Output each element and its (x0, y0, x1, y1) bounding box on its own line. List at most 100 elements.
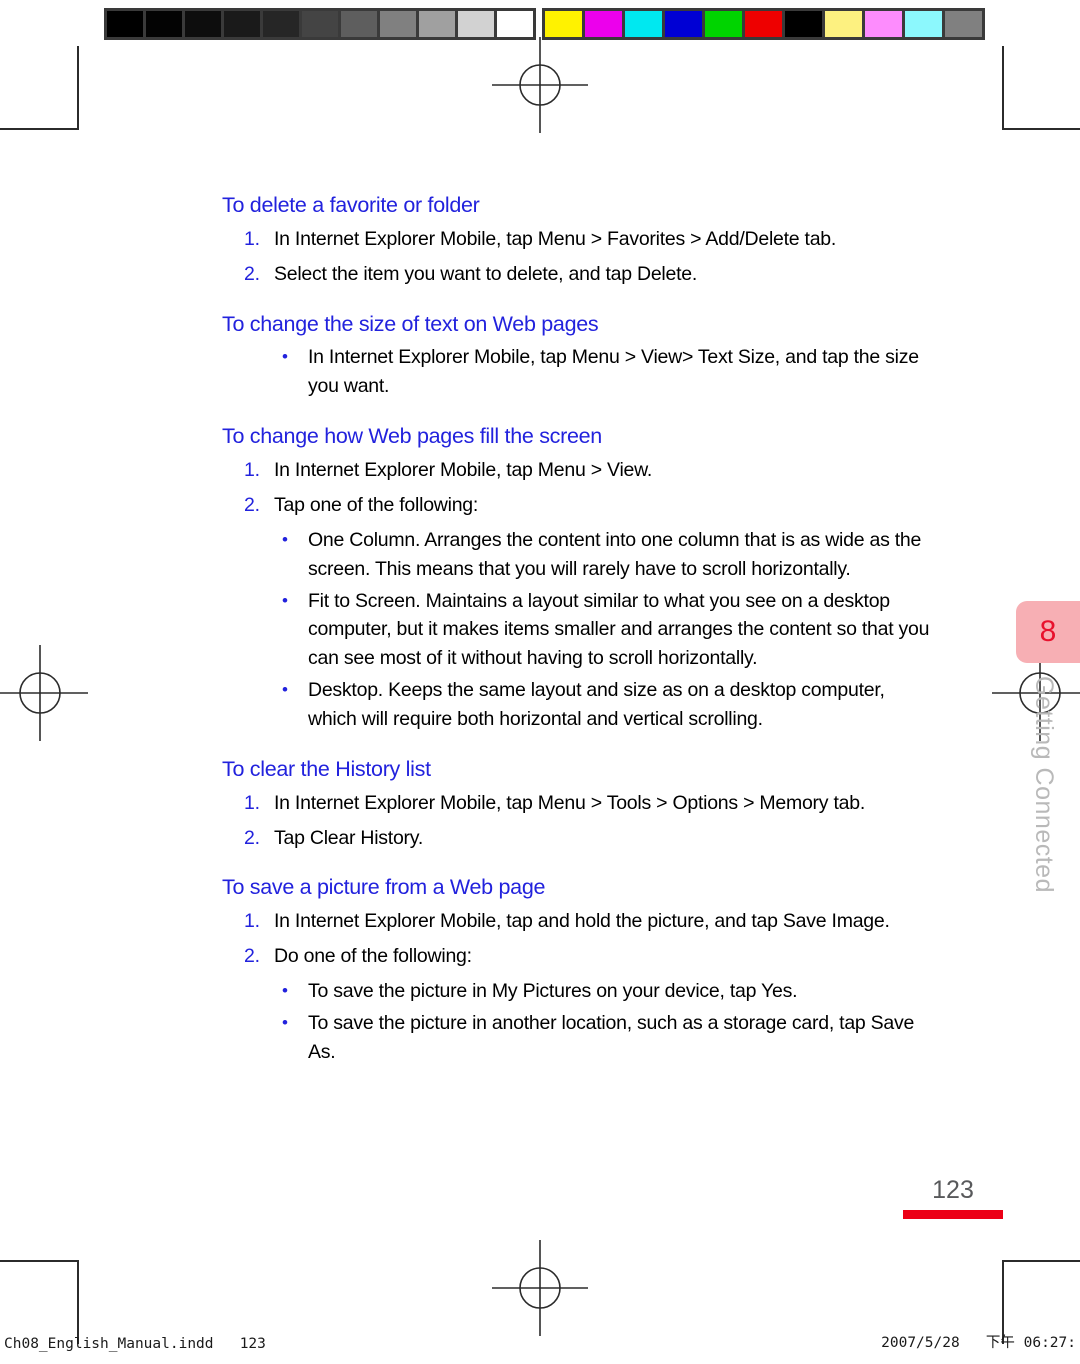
content-block: To clear the History list 1. In Internet E… (222, 756, 938, 853)
nested-bullet-list: • One Column. Arranges the content into o… (222, 526, 938, 734)
step-list: 1. In Internet Explorer Mobile, tap Menu … (222, 789, 938, 853)
bullet-marker: • (282, 347, 288, 367)
bullet-item: • One Column. Arranges the content into o… (222, 526, 938, 584)
chapter-number: 8 (1039, 615, 1057, 648)
crop-mark-bottom-left-horizontal (0, 1260, 79, 1262)
bullet-marker: • (282, 980, 288, 1000)
step-marker: 1. (244, 459, 260, 482)
bullet-item: • Fit to Screen. Maintains a layout simil… (222, 587, 938, 674)
crop-mark-top-left-horizontal (0, 128, 79, 130)
bullet-text: One Column. Arranges the content into on… (308, 528, 922, 580)
registration-mark-top (492, 37, 588, 133)
step-item: 2. Tap one of the following: (222, 491, 938, 520)
step-marker: 2. (244, 945, 260, 968)
page-number-block: 123 (903, 1178, 1003, 1219)
step-text: Select the item you want to delete, and … (274, 262, 698, 285)
print-calibration-bars (104, 8, 985, 40)
step-marker: 1. (244, 910, 260, 933)
step-text: Tap one of the following: (274, 493, 479, 516)
grayscale-swatch (419, 11, 455, 37)
color-swatch (705, 11, 742, 37)
footer-filename: Ch08_English_Manual.indd 123 (4, 1336, 266, 1352)
step-item: 1. In Internet Explorer Mobile, tap Menu … (222, 225, 938, 254)
chapter-title: Getting Connected (1030, 676, 1058, 893)
content-block: To save a picture from a Web page 1. In In… (222, 874, 938, 1066)
step-text: In Internet Explorer Mobile, tap and hol… (274, 910, 890, 933)
section-heading: To change the size of text on Web pages (222, 311, 599, 336)
color-swatch (945, 11, 982, 37)
bullet-item: • To save the picture in My Pictures on y… (222, 977, 938, 1006)
color-swatch-group (542, 8, 985, 40)
crop-mark-top-right-vertical (1002, 46, 1004, 130)
content-block: To change the size of text on Web pages •… (222, 311, 938, 402)
crop-mark-bottom-left-vertical (77, 1260, 79, 1344)
step-marker: 2. (244, 493, 260, 516)
registration-mark-left (0, 645, 88, 741)
color-swatch (865, 11, 902, 37)
bullet-marker: • (282, 680, 288, 700)
crop-mark-bottom-right-horizontal (1002, 1260, 1080, 1262)
step-item: 1. In Internet Explorer Mobile, tap and h… (222, 907, 938, 936)
color-swatch (545, 11, 582, 37)
step-item: 2. Select the item you want to delete, an… (222, 260, 938, 289)
bullet-text: Desktop. Keeps the same layout and size … (308, 679, 885, 730)
grayscale-swatch (146, 11, 182, 37)
step-item: 1. In Internet Explorer Mobile, tap Menu … (222, 789, 938, 818)
grayscale-swatch (458, 11, 494, 37)
step-marker: 2. (244, 826, 260, 849)
bullet-item: • In Internet Explorer Mobile, tap Menu >… (222, 343, 938, 401)
step-marker: 1. (244, 791, 260, 814)
step-item: 2. Tap Clear History. (222, 824, 938, 853)
page-number: 123 (932, 1176, 974, 1204)
bullet-text: To save the picture in My Pictures on yo… (308, 979, 798, 1002)
color-swatch (625, 11, 662, 37)
bullet-marker: • (282, 590, 288, 610)
registration-mark-bottom (492, 1240, 588, 1336)
bullet-item: • Desktop. Keeps the same layout and size… (222, 676, 938, 734)
grayscale-swatch (263, 11, 299, 37)
page-number-rule (903, 1210, 1003, 1219)
step-list: 1. In Internet Explorer Mobile, tap Menu … (222, 225, 938, 289)
bullet-item: • To save the picture in another location… (222, 1009, 938, 1067)
content-block: To delete a favorite or folder 1. In Inter… (222, 192, 938, 289)
color-swatch (665, 11, 702, 37)
grayscale-swatch (224, 11, 260, 37)
color-swatch (825, 11, 862, 37)
grayscale-swatch (185, 11, 221, 37)
chapter-tab: 8 (1016, 601, 1080, 663)
footer-timestamp: 2007/5/28 下午 06:27: (881, 1335, 1076, 1351)
step-text: In Internet Explorer Mobile, tap Menu > … (274, 459, 653, 482)
grayscale-swatch (497, 11, 533, 37)
bullet-text: Fit to Screen. Maintains a layout simila… (308, 589, 930, 670)
grayscale-swatch (380, 11, 416, 37)
section-heading: To clear the History list (222, 756, 431, 781)
step-text: In Internet Explorer Mobile, tap Menu > … (274, 227, 837, 250)
step-marker: 2. (244, 262, 260, 285)
grayscale-swatch (341, 11, 377, 37)
bullet-marker: • (282, 1012, 288, 1032)
grayscale-swatch (302, 11, 338, 37)
content-block: To change how Web pages fill the screen 1… (222, 423, 938, 734)
crop-mark-top-left-vertical (77, 46, 79, 130)
color-swatch (745, 11, 782, 37)
color-swatch (905, 11, 942, 37)
step-marker: 1. (244, 227, 260, 250)
section-heading: To save a picture from a Web page (222, 875, 546, 900)
nested-bullet-list: • To save the picture in My Pictures on y… (222, 977, 938, 1067)
step-item: 1. In Internet Explorer Mobile, tap Menu … (222, 456, 938, 485)
step-list: 1. In Internet Explorer Mobile, tap and h… (222, 907, 938, 971)
crop-mark-top-right-horizontal (1002, 128, 1080, 130)
section-heading: To delete a favorite or folder (222, 193, 480, 217)
page-content: To delete a favorite or folder 1. In Inter… (222, 192, 938, 1070)
step-text: Tap Clear History. (274, 826, 424, 849)
step-list: • In Internet Explorer Mobile, tap Menu >… (222, 343, 938, 401)
step-item: 2. Do one of the following: (222, 942, 938, 971)
color-swatch (585, 11, 622, 37)
step-text: Do one of the following: (274, 945, 472, 968)
section-heading: To change how Web pages fill the screen (222, 424, 602, 449)
grayscale-swatch (107, 11, 143, 37)
step-list: 1. In Internet Explorer Mobile, tap Menu … (222, 456, 938, 520)
step-text: In Internet Explorer Mobile, tap Menu > … (274, 791, 865, 814)
bullet-text: To save the picture in another location,… (308, 1011, 915, 1063)
bullet-text: In Internet Explorer Mobile, tap Menu > … (308, 346, 919, 398)
